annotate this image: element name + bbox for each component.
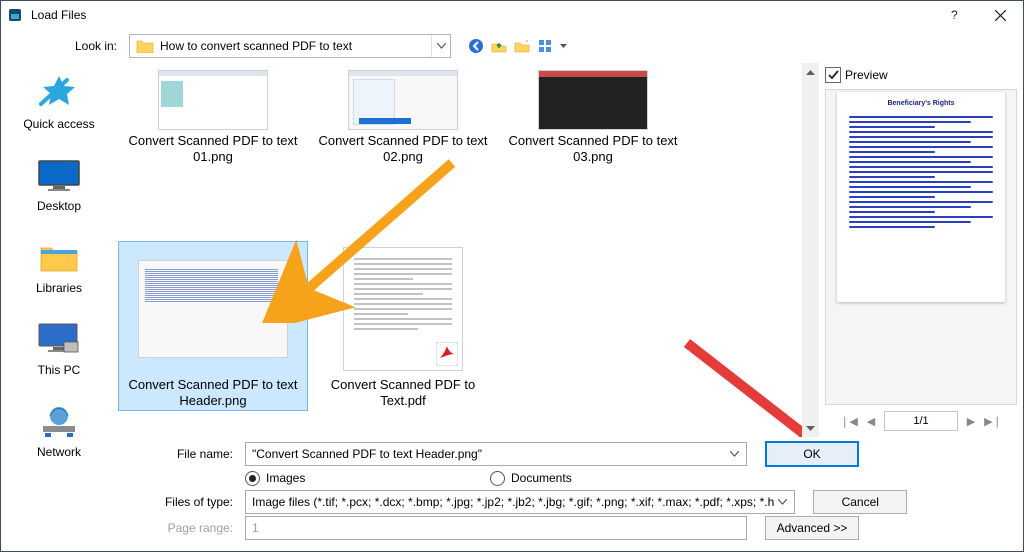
close-icon[interactable]	[977, 1, 1023, 29]
titlebar: Load Files ?	[1, 1, 1023, 29]
preview-document: Beneficiary's Rights	[837, 92, 1005, 302]
page-range-value: 1	[252, 521, 742, 535]
svg-text:?: ?	[951, 9, 958, 21]
filename-value: "Convert Scanned PDF to text Header.png"	[252, 447, 726, 461]
desktop-icon	[35, 155, 83, 195]
folder-icon	[136, 39, 154, 53]
places-bar: Quick access Desktop	[1, 63, 117, 551]
radio-images[interactable]: Images	[245, 471, 490, 486]
new-folder-icon[interactable]	[513, 37, 531, 55]
load-files-dialog: Load Files ? Look in: How to convert sca…	[0, 0, 1024, 552]
radio-documents-label: Documents	[511, 471, 572, 485]
lookin-label: Look in:	[9, 39, 121, 53]
radio-documents[interactable]: Documents	[490, 471, 735, 486]
lookin-value: How to convert scanned PDF to text	[160, 39, 431, 53]
pdf-preview-icon	[343, 247, 463, 371]
file-list-pane[interactable]: Convert Scanned PDF to text 01.png Conv	[117, 63, 802, 437]
place-label: Network	[37, 445, 81, 459]
chevron-down-icon[interactable]	[774, 499, 790, 505]
back-icon[interactable]	[467, 37, 485, 55]
place-desktop[interactable]: Desktop	[14, 155, 104, 213]
file-name: Convert Scanned PDF to text 01.png	[122, 133, 304, 165]
file-pane-scrollbar[interactable]	[802, 63, 819, 437]
file-thumb[interactable]: Convert Scanned PDF to text 03.png	[498, 67, 688, 167]
quick-access-icon	[35, 73, 83, 113]
preview-page-indicator: 1/1	[884, 411, 958, 431]
preview-doc-title: Beneficiary's Rights	[837, 100, 1005, 107]
filetype-value: Image files (*.tif; *.pcx; *.dcx; *.bmp;…	[252, 495, 774, 509]
radio-images-label: Images	[266, 471, 305, 485]
cancel-button[interactable]: Cancel	[813, 490, 907, 514]
preview-checkbox[interactable]: Preview	[825, 67, 1017, 83]
preview-next-icon[interactable]: ▶	[962, 412, 980, 430]
radio-icon	[245, 471, 260, 486]
network-icon	[35, 401, 83, 441]
scroll-down-icon[interactable]	[802, 420, 819, 437]
file-name: Convert Scanned PDF to text Header.png	[122, 377, 304, 409]
lookin-toolbar	[467, 37, 567, 55]
place-quick-access[interactable]: Quick access	[14, 73, 104, 131]
radio-icon	[490, 471, 505, 486]
place-network[interactable]: Network	[14, 401, 104, 459]
file-name: Convert Scanned PDF to text 03.png	[502, 133, 684, 165]
this-pc-icon	[35, 319, 83, 359]
filename-label: File name:	[125, 447, 237, 461]
ok-button[interactable]: OK	[765, 441, 859, 467]
place-libraries[interactable]: Libraries	[14, 237, 104, 295]
file-thumb[interactable]: Convert Scanned PDF to text 02.png	[308, 67, 498, 167]
app-icon	[7, 7, 23, 23]
preview-panel: Preview Beneficiary's Rights	[819, 63, 1023, 437]
view-menu-caret-icon[interactable]	[559, 44, 567, 49]
place-label: This PC	[38, 363, 81, 377]
page-range-label: Page range:	[125, 521, 237, 535]
bottom-controls: File name: "Convert Scanned PDF to text …	[117, 437, 1023, 551]
preview-checkbox-label: Preview	[845, 68, 888, 82]
filename-input[interactable]: "Convert Scanned PDF to text Header.png"	[245, 442, 747, 466]
lookin-combo[interactable]: How to convert scanned PDF to text	[129, 34, 451, 58]
filetype-combo[interactable]: Image files (*.tif; *.pcx; *.dcx; *.bmp;…	[245, 490, 795, 514]
adobe-pdf-icon	[436, 342, 458, 366]
preview-last-icon[interactable]: ▶❘	[984, 412, 1002, 430]
help-icon[interactable]: ?	[931, 1, 977, 29]
scroll-up-icon[interactable]	[802, 63, 819, 80]
dialog-title: Load Files	[31, 8, 86, 22]
file-name: Convert Scanned PDF to Text.pdf	[312, 377, 494, 409]
checkbox-icon	[825, 67, 841, 83]
preview-first-icon[interactable]: ❘◀	[840, 412, 858, 430]
place-this-pc[interactable]: This PC	[14, 319, 104, 377]
place-label: Desktop	[37, 199, 81, 213]
place-label: Quick access	[23, 117, 94, 131]
file-name: Convert Scanned PDF to text 02.png	[312, 133, 494, 165]
file-thumb[interactable]: Convert Scanned PDF to Text.pdf	[308, 241, 498, 411]
up-one-level-icon[interactable]	[490, 37, 508, 55]
chevron-down-icon[interactable]	[726, 451, 742, 457]
file-thumb[interactable]: Convert Scanned PDF to text 01.png	[118, 67, 308, 167]
page-range-input: 1	[245, 516, 747, 540]
chevron-down-icon[interactable]	[431, 35, 450, 57]
libraries-icon	[35, 237, 83, 277]
place-label: Libraries	[36, 281, 82, 295]
filetype-label: Files of type:	[125, 495, 237, 509]
view-menu-icon[interactable]	[536, 37, 554, 55]
preview-area: Beneficiary's Rights	[825, 89, 1017, 405]
advanced-button[interactable]: Advanced >>	[765, 516, 859, 540]
preview-prev-icon[interactable]: ◀	[862, 412, 880, 430]
file-thumb-selected[interactable]: Convert Scanned PDF to text Header.png	[118, 241, 308, 411]
